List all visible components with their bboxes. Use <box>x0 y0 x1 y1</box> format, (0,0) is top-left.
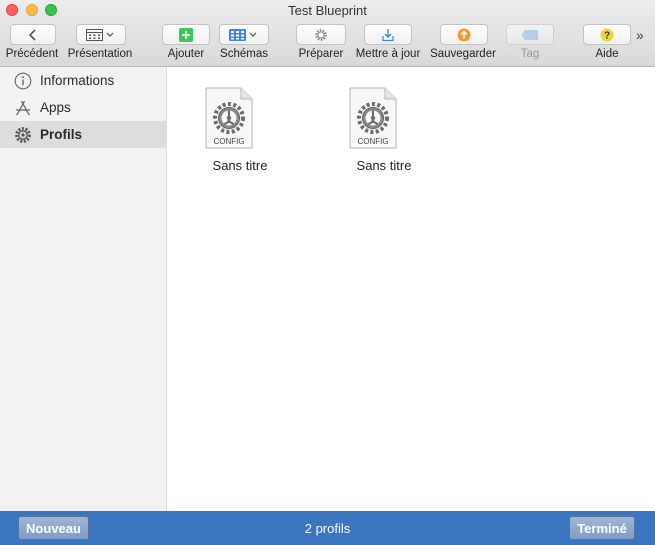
backup-button[interactable] <box>440 24 488 45</box>
app-store-icon <box>15 100 31 116</box>
sidebar: Informations Apps Profils <box>0 67 167 511</box>
add-button[interactable] <box>162 24 210 45</box>
profiles-grid: CONFIG Sans titre CONFIG Sans titre <box>168 67 655 511</box>
upload-circle-icon <box>457 28 471 41</box>
help-label: Aide <box>595 48 619 60</box>
sidebar-item-label: Apps <box>40 100 71 115</box>
sidebar-item-label: Informations <box>40 73 115 88</box>
blueprints-button[interactable] <box>219 24 269 45</box>
add-label: Ajouter <box>167 48 205 60</box>
gear-icon <box>315 28 327 41</box>
prepare-label: Préparer <box>298 48 344 60</box>
view-options-icon <box>86 28 114 41</box>
back-button[interactable] <box>10 24 56 45</box>
svg-text:?: ? <box>604 30 610 41</box>
window-toolbar: Test Blueprint Précédent Présentation Aj… <box>0 0 655 67</box>
update-button[interactable] <box>364 24 412 45</box>
prepare-button[interactable] <box>296 24 346 45</box>
download-icon <box>382 28 394 41</box>
view-options-button[interactable] <box>76 24 126 45</box>
profile-count-status: 2 profils <box>304 521 351 536</box>
gear-icon <box>15 127 31 143</box>
profile-item[interactable]: CONFIG Sans titre <box>168 67 312 173</box>
config-badge: CONFIG <box>357 137 388 146</box>
config-profile-icon: CONFIG <box>205 87 253 149</box>
chevron-left-icon <box>28 28 36 41</box>
tag-icon <box>521 29 538 40</box>
help-button[interactable]: ? <box>583 24 631 45</box>
blueprints-label: Schémas <box>220 48 268 60</box>
update-label: Mettre à jour <box>355 48 421 60</box>
grid-icon <box>229 28 257 41</box>
tag-label: Tag <box>520 48 540 60</box>
sidebar-item-label: Profils <box>40 127 83 142</box>
plus-icon <box>179 27 193 42</box>
config-badge: CONFIG <box>213 137 244 146</box>
bottom-bar: Nouveau 2 profils Terminé <box>0 511 655 545</box>
profile-item[interactable]: CONFIG Sans titre <box>312 67 456 173</box>
info-icon <box>14 72 32 90</box>
config-profile-icon: CONFIG <box>349 87 397 149</box>
sidebar-item-informations[interactable]: Informations <box>0 67 167 94</box>
back-label: Précédent <box>5 48 59 60</box>
profile-name: Sans titre <box>356 158 412 173</box>
question-icon: ? <box>600 28 614 41</box>
sidebar-item-apps[interactable]: Apps <box>0 94 167 121</box>
tag-button[interactable] <box>506 24 554 45</box>
sidebar-item-profils[interactable]: Profils <box>0 121 167 148</box>
view-options-label: Présentation <box>67 48 133 60</box>
backup-label: Sauvegarder <box>430 48 496 60</box>
profile-name: Sans titre <box>212 158 268 173</box>
toolbar-overflow-button[interactable]: » <box>636 27 644 43</box>
done-button[interactable]: Terminé <box>569 516 635 540</box>
window-title: Test Blueprint <box>288 3 367 18</box>
